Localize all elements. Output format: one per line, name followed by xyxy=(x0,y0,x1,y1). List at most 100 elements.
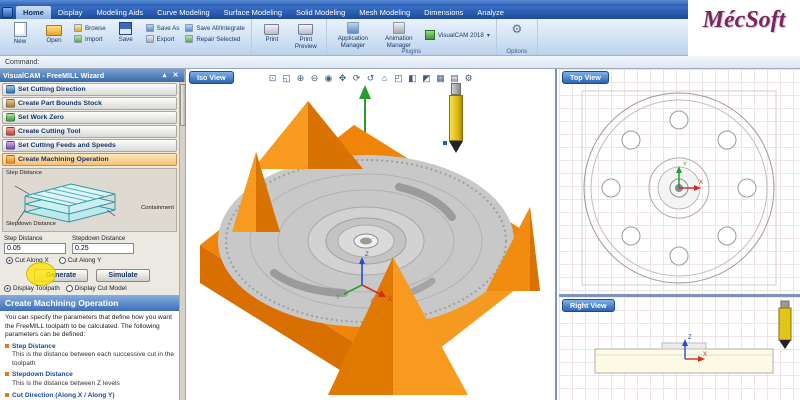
stepdown-distance-label: Stepdown Distance xyxy=(72,235,126,242)
top-view-icon[interactable]: ◰ xyxy=(392,71,405,84)
radio-icon xyxy=(4,285,11,292)
tab-analyze[interactable]: Analyze xyxy=(470,6,511,19)
front-view-icon[interactable]: ◧ xyxy=(406,71,419,84)
tab-display[interactable]: Display xyxy=(51,6,90,19)
wizard-title: VisualCAM - FreeMILL Wizard xyxy=(3,71,105,80)
wizard-step-feeds-speeds[interactable]: Set Cutting Feeds and Speeds xyxy=(2,139,177,152)
display-toolpath-radio[interactable]: Display Toolpath xyxy=(4,285,60,292)
import-button[interactable]: Import xyxy=(72,34,108,44)
feeds-speeds-icon xyxy=(6,141,15,150)
view-settings-icon[interactable]: ⚙ xyxy=(462,71,475,84)
wizard-titlebar[interactable]: VisualCAM - FreeMILL Wizard ▴ ✕ xyxy=(0,69,184,82)
home-view-icon[interactable]: ⌂ xyxy=(378,71,391,84)
iso-view-icon[interactable]: ◩ xyxy=(420,71,433,84)
cutting-tool-icon xyxy=(6,127,15,136)
wizard-step-create-machining-operation[interactable]: Create Machining Operation xyxy=(2,153,177,166)
wizard-step-set-cutting-direction[interactable]: Set Cutting Direction xyxy=(2,83,177,96)
plugins-group-caption: Plugins xyxy=(401,49,422,55)
save-all-button[interactable]: Save All/Integrate xyxy=(183,23,247,33)
zoom-extents-icon[interactable]: ◱ xyxy=(280,71,293,84)
shaded-mode-icon[interactable]: ▦ xyxy=(434,71,447,84)
right-viewport[interactable]: Right View X Z xyxy=(559,297,800,400)
tab-solid-modeling[interactable]: Solid Modeling xyxy=(289,6,352,19)
simulate-button[interactable]: Simulate xyxy=(96,269,150,282)
top-view-drawing: X Y xyxy=(581,90,777,286)
tab-curve-modeling[interactable]: Curve Modeling xyxy=(150,6,217,19)
wizard-step-set-work-zero[interactable]: Set Work Zero xyxy=(2,111,177,124)
new-file-icon xyxy=(13,22,27,37)
work-zero-icon xyxy=(6,113,15,122)
print-preview-button[interactable]: Print Preview xyxy=(290,21,322,50)
tab-surface-modeling[interactable]: Surface Modeling xyxy=(217,6,289,19)
options-button[interactable]: ⚙ xyxy=(501,21,533,36)
application-manager-button[interactable]: Application Manager xyxy=(331,21,375,49)
iso-viewport[interactable]: Iso View ⊡ ◱ ⊕ ⊖ ◉ ✥ ⟳ ↺ ⌂ ◰ ◧ ◩ ▦ ▤ ⚙ X… xyxy=(186,69,557,400)
step-distance-input[interactable]: 0.05 xyxy=(4,243,66,254)
radio-icon xyxy=(6,257,13,264)
browse-button[interactable]: Browse xyxy=(72,23,108,33)
tab-mesh-modeling[interactable]: Mesh Modeling xyxy=(352,6,417,19)
previous-view-icon[interactable]: ↺ xyxy=(364,71,377,84)
new-button[interactable]: New xyxy=(4,21,36,45)
ribbon-tab-bar: Home Display Modeling Aids Curve Modelin… xyxy=(0,6,688,19)
freemill-wizard-panel: VisualCAM - FreeMILL Wizard ▴ ✕ Set Cutt… xyxy=(0,69,186,400)
svg-text:Y: Y xyxy=(336,295,340,301)
display-options: Display Toolpath Display Cut Model xyxy=(0,283,184,295)
svg-text:Z: Z xyxy=(688,335,692,341)
collapse-icon[interactable]: ▴ xyxy=(159,69,170,82)
stock-box-icon xyxy=(6,99,15,108)
tab-dimensions[interactable]: Dimensions xyxy=(417,6,470,19)
zoom-selected-icon[interactable]: ◉ xyxy=(322,71,335,84)
wizard-scrollbar[interactable] xyxy=(179,82,186,400)
visualcam-2018-button[interactable]: VisualCAM 2018 ▾ xyxy=(423,29,492,41)
cut-along-y-radio[interactable]: Cut Along Y xyxy=(58,257,101,264)
browse-icon xyxy=(74,24,82,32)
cut-direction-radios: Cut Along X Cut Along Y xyxy=(0,255,184,266)
tab-home[interactable]: Home xyxy=(16,6,51,19)
tab-modeling-aids[interactable]: Modeling Aids xyxy=(89,6,150,19)
zoom-in-icon[interactable]: ⊕ xyxy=(294,71,307,84)
wizard-step-create-part-bounds-stock[interactable]: Create Part Bounds Stock xyxy=(2,97,177,110)
viewport-toolbar: ⊡ ◱ ⊕ ⊖ ◉ ✥ ⟳ ↺ ⌂ ◰ ◧ ◩ ▦ ▤ ⚙ xyxy=(266,71,475,84)
stepdown-distance-input[interactable]: 0.25 xyxy=(72,243,134,254)
top-viewport[interactable]: Top View X Y xyxy=(559,69,800,297)
right-view-label[interactable]: Right View xyxy=(562,299,615,312)
top-view-label[interactable]: Top View xyxy=(562,71,609,84)
save-as-button[interactable]: Save As xyxy=(144,23,182,33)
export-icon xyxy=(145,35,154,43)
command-bar[interactable]: Command: xyxy=(0,56,800,69)
right-view-drawing: X Z xyxy=(594,300,792,374)
wizard-actions: Generate Simulate xyxy=(0,262,184,286)
animation-manager-button[interactable]: Animation Manager xyxy=(377,21,421,49)
pan-icon[interactable]: ✥ xyxy=(336,71,349,84)
wireframe-mode-icon[interactable]: ▤ xyxy=(448,71,461,84)
rotate-icon[interactable]: ⟳ xyxy=(350,71,363,84)
close-icon[interactable]: ✕ xyxy=(170,69,181,82)
zoom-window-icon[interactable]: ⊡ xyxy=(266,71,279,84)
save-disk-icon xyxy=(119,22,133,35)
export-button[interactable]: Export xyxy=(144,34,182,44)
cutting-direction-icon xyxy=(6,85,15,94)
application-manager-icon xyxy=(346,22,359,34)
scrollbar-thumb[interactable] xyxy=(180,84,186,126)
app-icon[interactable] xyxy=(2,7,13,18)
repair-selected-button[interactable]: Repair Selected xyxy=(183,34,247,44)
bullet-icon xyxy=(5,392,9,397)
save-button[interactable]: Save xyxy=(110,21,142,43)
cutting-tool xyxy=(443,83,464,153)
dropdown-arrow-icon: ▾ xyxy=(486,32,490,39)
display-cut-model-radio[interactable]: Display Cut Model xyxy=(65,285,127,292)
open-button[interactable]: Open xyxy=(38,21,70,44)
wizard-step-create-cutting-tool[interactable]: Create Cutting Tool xyxy=(2,125,177,138)
tool-tip xyxy=(449,141,463,153)
print-preview-icon xyxy=(298,24,314,35)
gear-icon: ⚙ xyxy=(511,22,523,36)
help-item-term: Cut Direction (Along X / Along Y) xyxy=(5,392,174,400)
radio-icon xyxy=(65,285,73,292)
machined-part-model[interactable]: X Z Y xyxy=(194,95,542,397)
print-button[interactable]: Print xyxy=(256,21,288,43)
command-label: Command: xyxy=(5,59,40,66)
visualcam-cube-icon xyxy=(424,30,435,40)
zoom-out-icon[interactable]: ⊖ xyxy=(308,71,321,84)
iso-view-label[interactable]: Iso View xyxy=(189,71,234,84)
